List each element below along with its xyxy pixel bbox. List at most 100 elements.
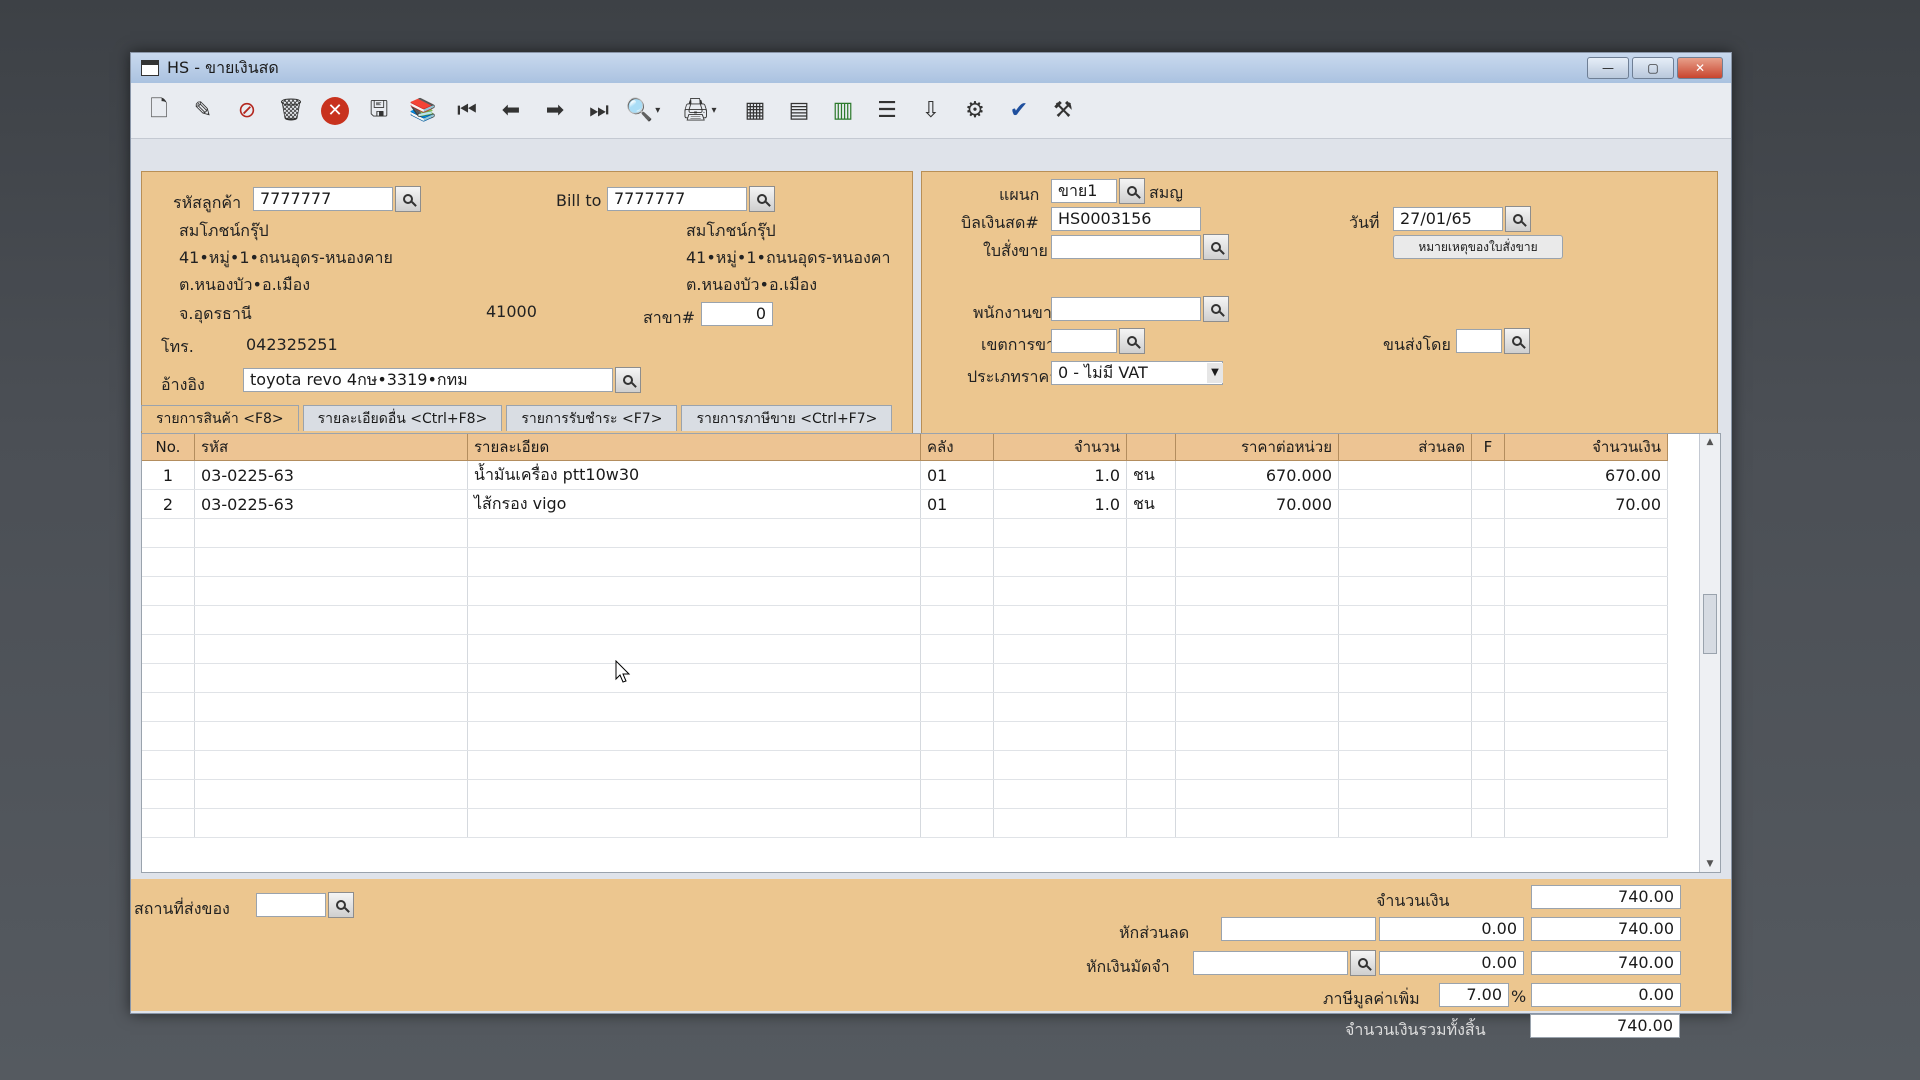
search-icon [1127, 336, 1137, 346]
salesperson-label: พนักงานขาย [973, 303, 1062, 322]
customer-code-label: รหัสลูกค้า [173, 193, 242, 212]
deposit-text-field[interactable] [1193, 951, 1348, 975]
ship-place-field[interactable] [256, 893, 326, 917]
scroll-up-icon[interactable]: ▲ [1700, 434, 1720, 450]
date-picker-button[interactable] [1505, 206, 1531, 232]
table-row[interactable] [142, 779, 1668, 809]
tab-sales-tax[interactable]: รายการภาษีขาย <Ctrl+F7> [681, 405, 893, 431]
cancel-doc-icon[interactable]: ⊘ [229, 93, 265, 129]
next-icon[interactable]: ➡ [537, 93, 573, 129]
sales-order-field[interactable] [1051, 235, 1201, 259]
items-grid: No. รหัส รายละเอียด คลัง จำนวน ราคาต่อหน… [141, 433, 1721, 873]
print-icon[interactable]: 🖨 ▾ [681, 93, 717, 129]
vertical-scrollbar[interactable]: ▲ ▼ [1699, 434, 1720, 872]
col-unit [1126, 434, 1176, 461]
shipping-search-button[interactable] [1504, 328, 1530, 354]
salesperson-field[interactable] [1051, 297, 1201, 321]
sales-area-field[interactable] [1051, 329, 1117, 353]
tools-icon[interactable]: ⚙ [957, 93, 993, 129]
table-row[interactable] [142, 576, 1668, 606]
col-quantity: จำนวน [993, 434, 1127, 461]
tab-payments[interactable]: รายการรับชำระ <F7> [506, 405, 678, 431]
title-bar: HS - ขายเงินสด — ▢ ✕ [131, 53, 1731, 83]
department-name: สมญ [1149, 183, 1183, 202]
vat-rate-field[interactable]: 7.00 [1439, 983, 1509, 1007]
table-row[interactable] [142, 750, 1668, 780]
bill-number-label: บิลเงินสด# [961, 213, 1039, 232]
table-row[interactable]: 1 03-0225-63 น้ำมันเครื่อง ptt10w30 01 1… [142, 460, 1668, 490]
col-amount: จำนวนเงิน [1504, 434, 1668, 461]
search-doc-icon[interactable]: 🔍 ▾ [625, 93, 661, 129]
after-deposit-field: 740.00 [1531, 951, 1681, 975]
books-icon[interactable]: 📚 [405, 93, 441, 129]
table-row[interactable] [142, 721, 1668, 751]
table-row[interactable] [142, 634, 1668, 664]
form-icon[interactable]: ▤ [781, 93, 817, 129]
save-icon[interactable]: 🖫 [361, 93, 397, 129]
search-icon [336, 900, 346, 910]
bill-to-field[interactable]: 7777777 [607, 187, 747, 211]
import-icon[interactable]: ⇩ [913, 93, 949, 129]
department-label: แผนก [999, 185, 1040, 204]
delete-icon[interactable]: 🗑 [273, 93, 309, 129]
reference-search-button[interactable] [615, 367, 641, 393]
close-icon[interactable]: ✕ [317, 93, 353, 129]
customer-address-2: ต.หนองบัว•อ.เมือง [179, 275, 311, 294]
table-row[interactable] [142, 663, 1668, 693]
edit-icon[interactable]: ✎ [185, 93, 221, 129]
col-flag: F [1471, 434, 1505, 461]
price-type-select[interactable]: 0 - ไม่มี VAT [1051, 361, 1223, 385]
calc-icon[interactable]: ▦ [737, 93, 773, 129]
bill-to-search-button[interactable] [749, 186, 775, 212]
scrollbar-thumb[interactable] [1703, 594, 1717, 654]
after-discount-field: 740.00 [1531, 917, 1681, 941]
list-icon[interactable]: ☰ [869, 93, 905, 129]
prev-icon[interactable]: ⬅ [493, 93, 529, 129]
department-field[interactable]: ขาย1 [1051, 179, 1117, 203]
col-no: No. [142, 434, 195, 461]
bill-to-label: Bill to [556, 191, 602, 210]
toolbar: 🗋 ✎ ⊘ 🗑 ✕ 🖫 📚 ⏮ ⬅ ➡ ⏭ 🔍 ▾ 🖨 ▾ ▦ ▤ ▥ ☰ ⇩ ⚙ … [131, 83, 1731, 139]
new-icon[interactable]: 🗋 [141, 93, 177, 129]
col-description: รายละเอียด [467, 434, 921, 461]
sales-area-search-button[interactable] [1119, 328, 1145, 354]
table-row[interactable] [142, 518, 1668, 548]
last-icon[interactable]: ⏭ [581, 93, 617, 129]
report-icon[interactable]: ▥ [825, 93, 861, 129]
ok-icon[interactable]: ✔ [1001, 93, 1037, 129]
discount-label: หักส่วนลด [1119, 923, 1190, 942]
settings-icon[interactable]: ⚒ [1045, 93, 1081, 129]
sales-order-note-button[interactable]: หมายเหตุของใบสั่งขาย [1393, 235, 1563, 259]
bill-number-field[interactable]: HS0003156 [1051, 207, 1201, 231]
table-row[interactable]: 2 03-0225-63 ไส้กรอง vigo 01 1.0 ชน 70.0… [142, 489, 1668, 519]
reference-field[interactable]: toyota revo 4กษ•3319•กทม [243, 368, 613, 392]
branch-field[interactable]: 0 [701, 302, 773, 326]
chevron-down-icon[interactable]: ▼ [1207, 363, 1223, 383]
sales-order-search-button[interactable] [1203, 234, 1229, 260]
sales-window: HS - ขายเงินสด — ▢ ✕ 🗋 ✎ ⊘ 🗑 ✕ 🖫 📚 ⏮ ⬅ ➡… [130, 52, 1732, 1014]
table-row[interactable] [142, 808, 1668, 838]
minimize-button[interactable]: — [1587, 57, 1629, 79]
department-search-button[interactable] [1119, 178, 1145, 204]
close-window-button[interactable]: ✕ [1677, 57, 1723, 79]
deposit-search-button[interactable] [1350, 950, 1376, 976]
discount-text-field[interactable] [1221, 917, 1376, 941]
maximize-button[interactable]: ▢ [1632, 57, 1674, 79]
customer-province: จ.อุดรธานี [179, 304, 252, 323]
branch-label: สาขา# [643, 308, 696, 327]
shipping-field[interactable] [1456, 329, 1502, 353]
ship-place-search-button[interactable] [328, 892, 354, 918]
table-row[interactable] [142, 547, 1668, 577]
table-row[interactable] [142, 605, 1668, 635]
customer-code-field[interactable]: 7777777 [253, 187, 393, 211]
scroll-down-icon[interactable]: ▼ [1700, 856, 1720, 872]
customer-search-button[interactable] [395, 186, 421, 212]
date-field[interactable]: 27/01/65 [1393, 207, 1503, 231]
tab-other-details[interactable]: รายละเอียดอื่น <Ctrl+F8> [302, 405, 503, 431]
salesperson-search-button[interactable] [1203, 296, 1229, 322]
search-icon [1358, 958, 1368, 968]
first-icon[interactable]: ⏮ [449, 93, 485, 129]
table-row[interactable] [142, 692, 1668, 722]
tab-items[interactable]: รายการสินค้า <F8> [141, 405, 299, 431]
shipping-label: ขนส่งโดย [1383, 335, 1451, 354]
